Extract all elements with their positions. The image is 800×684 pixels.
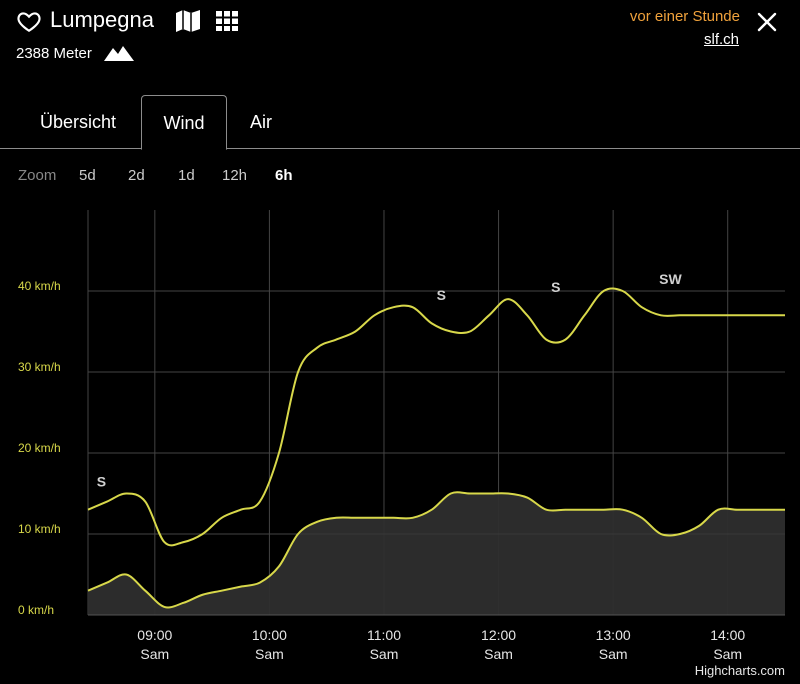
station-title: Lumpegna bbox=[50, 7, 154, 32]
x-tick-sublabel: Sam bbox=[370, 646, 399, 662]
wind-direction-label: S bbox=[437, 287, 446, 303]
heart-icon[interactable] bbox=[16, 8, 42, 34]
y-tick-label: 20 km/h bbox=[18, 441, 61, 455]
map-icon[interactable] bbox=[175, 9, 201, 33]
x-tick-label: 14:00 bbox=[710, 627, 745, 643]
x-tick-label: 12:00 bbox=[481, 627, 516, 643]
y-tick-label: 10 km/h bbox=[18, 522, 61, 536]
tab-uebersicht[interactable]: Übersicht bbox=[20, 95, 136, 149]
x-tick-sublabel: Sam bbox=[599, 646, 628, 662]
y-tick-label: 0 km/h bbox=[18, 603, 54, 617]
tab-air[interactable]: Air bbox=[232, 95, 290, 149]
x-tick-sublabel: Sam bbox=[484, 646, 513, 662]
source-link[interactable]: slf.ch bbox=[704, 31, 739, 48]
updated-timestamp: vor einer Stunde bbox=[629, 8, 740, 25]
tab-wind[interactable]: Wind bbox=[141, 95, 227, 150]
tab-bar: Übersicht Wind Air bbox=[0, 95, 800, 150]
tab-divider bbox=[0, 148, 800, 149]
mean-wind-area bbox=[88, 492, 785, 615]
zoom-6h-button[interactable]: 6h bbox=[275, 167, 293, 184]
y-tick-label: 30 km/h bbox=[18, 360, 61, 374]
zoom-2d-button[interactable]: 2d bbox=[128, 167, 145, 184]
x-tick-label: 11:00 bbox=[367, 627, 401, 643]
x-tick-label: 10:00 bbox=[252, 627, 287, 643]
wind-direction-label: SW bbox=[659, 271, 682, 287]
close-icon[interactable] bbox=[755, 10, 779, 34]
x-tick-sublabel: Sam bbox=[713, 646, 742, 662]
mountain-icon bbox=[104, 46, 134, 61]
zoom-12h-button[interactable]: 12h bbox=[222, 167, 247, 184]
x-tick-label: 13:00 bbox=[596, 627, 631, 643]
grid-icon[interactable] bbox=[216, 11, 238, 31]
wind-direction-label: S bbox=[551, 279, 560, 295]
x-tick-sublabel: Sam bbox=[255, 646, 284, 662]
header: Lumpegna 2388 Meter vor einer Stunde slf… bbox=[0, 0, 800, 80]
highcharts-credit[interactable]: Highcharts.com bbox=[695, 663, 785, 678]
zoom-5d-button[interactable]: 5d bbox=[79, 167, 96, 184]
x-tick-label: 09:00 bbox=[137, 627, 172, 643]
zoom-1d-button[interactable]: 1d bbox=[178, 167, 195, 184]
wind-chart: 0 km/h 10 km/h 20 km/h 30 km/h 40 km/h 09:00 S… bbox=[18, 210, 785, 662]
wind-direction-label: S bbox=[97, 474, 106, 490]
elevation-label: 2388 Meter bbox=[16, 45, 92, 62]
y-tick-label: 40 km/h bbox=[18, 279, 61, 293]
x-tick-sublabel: Sam bbox=[140, 646, 169, 662]
zoom-label: Zoom bbox=[18, 167, 57, 184]
